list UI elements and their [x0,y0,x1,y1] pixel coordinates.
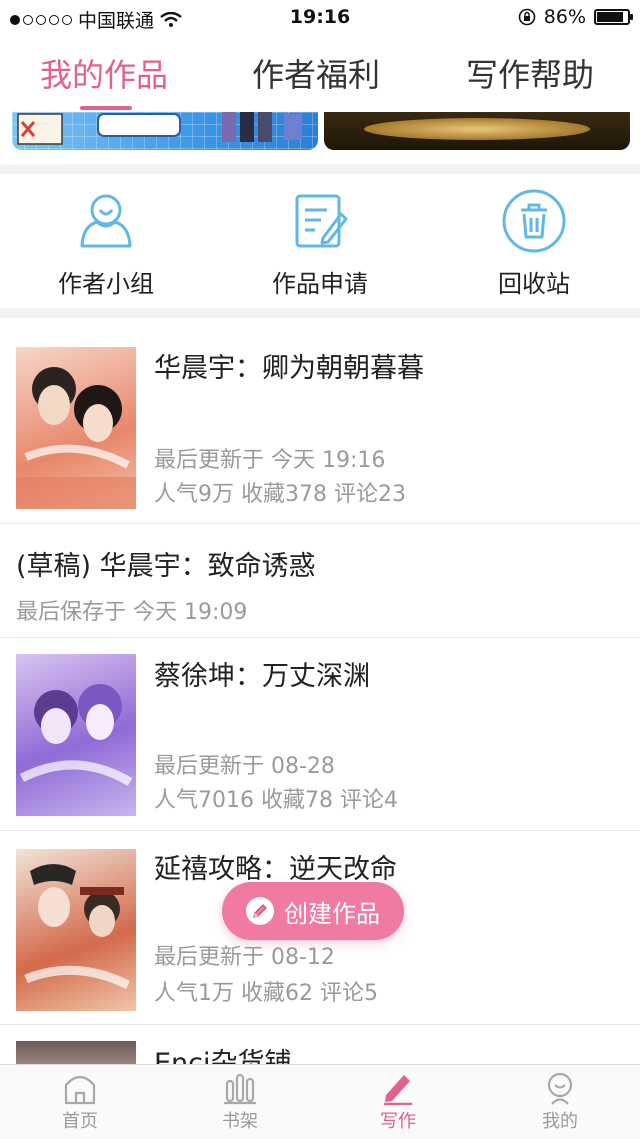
work-updated: 最后保存于 今天 19:09 [16,600,248,625]
home-icon [64,1075,96,1105]
promo-banner-left[interactable] [12,112,318,150]
work-updated: 最后更新于 08-28 [154,754,335,779]
nav-write[interactable]: 写作 [348,1071,448,1133]
status-right: 86% [518,6,633,28]
nav-home-label: 首页 [62,1111,98,1132]
top-tabs: 我的作品 作者福利 写作帮助 [0,34,640,112]
work-application-button[interactable]: 作品申请 [230,188,410,299]
list-item[interactable]: 华晨宇：卿为朝朝暮暮 最后更新于 今天 19:16 人气9万 收藏378 评论2… [0,318,640,524]
trash-icon [502,189,566,253]
list-item[interactable]: 蔡徐坤：万丈深渊 最后更新于 08-28 人气7016 收藏78 评论4 [0,638,640,831]
work-stats: 人气7016 收藏78 评论4 [154,788,398,813]
book-cover-image [16,654,136,816]
nav-home[interactable]: 首页 [30,1071,130,1133]
recycle-bin-button[interactable]: 回收站 [444,188,624,299]
nav-bookshelf-label: 书架 [222,1111,258,1132]
section-divider [0,164,640,174]
work-title: 华晨宇：卿为朝朝暮暮 [154,353,424,384]
work-updated: 最后更新于 今天 19:16 [154,448,386,473]
work-stats: 人气1万 收藏62 评论5 [154,981,378,1006]
work-stats: 人气9万 收藏378 评论23 [154,482,406,507]
tab-writing-help[interactable]: 写作帮助 [466,50,594,96]
nav-write-label: 写作 [380,1111,416,1132]
bookshelf-icon [224,1073,256,1105]
create-work-label: 创建作品 [284,899,380,928]
book-cover-image [16,347,136,509]
work-updated: 最后更新于 08-12 [154,945,335,970]
work-application-label: 作品申请 [272,270,368,298]
nav-mine-label: 我的 [542,1111,578,1132]
work-title: (草稿) 华晨宇：致命诱惑 [16,551,316,582]
promo-banner-right[interactable] [324,112,630,150]
edit-document-icon [295,194,348,248]
bottom-nav: 首页 书架 写作 我的 [0,1064,640,1139]
tab-my-works[interactable]: 我的作品 [40,50,168,96]
nav-bookshelf[interactable]: 书架 [190,1071,290,1133]
profile-icon [547,1072,573,1105]
banner-illustration [17,112,302,145]
tab-author-benefits[interactable]: 作者福利 [252,50,380,96]
active-tab-indicator [80,106,132,110]
pen-icon [384,1075,412,1105]
battery-icon [594,9,633,25]
list-item[interactable]: (草稿) 华晨宇：致命诱惑 最后保存于 今天 19:09 [0,524,640,638]
section-divider [0,308,640,318]
work-title: 延禧攻略：逆天改命 [154,854,397,885]
battery-percent: 86% [543,6,586,28]
author-group-label: 作者小组 [58,270,154,298]
create-work-button[interactable]: 创建作品 [222,882,404,940]
pencil-icon [246,897,274,925]
book-cover-image [16,849,136,1011]
nav-mine[interactable]: 我的 [510,1071,610,1133]
status-bar: 中国联通 19:16 86% [0,0,640,34]
recycle-bin-label: 回收站 [498,270,570,298]
work-title: 蔡徐坤：万丈深渊 [154,661,370,692]
author-group-button[interactable]: 作者小组 [16,188,196,299]
group-icon [80,194,132,248]
orientation-lock-icon [518,8,536,26]
quick-actions: 作者小组 作品申请 回收站 [0,174,640,308]
